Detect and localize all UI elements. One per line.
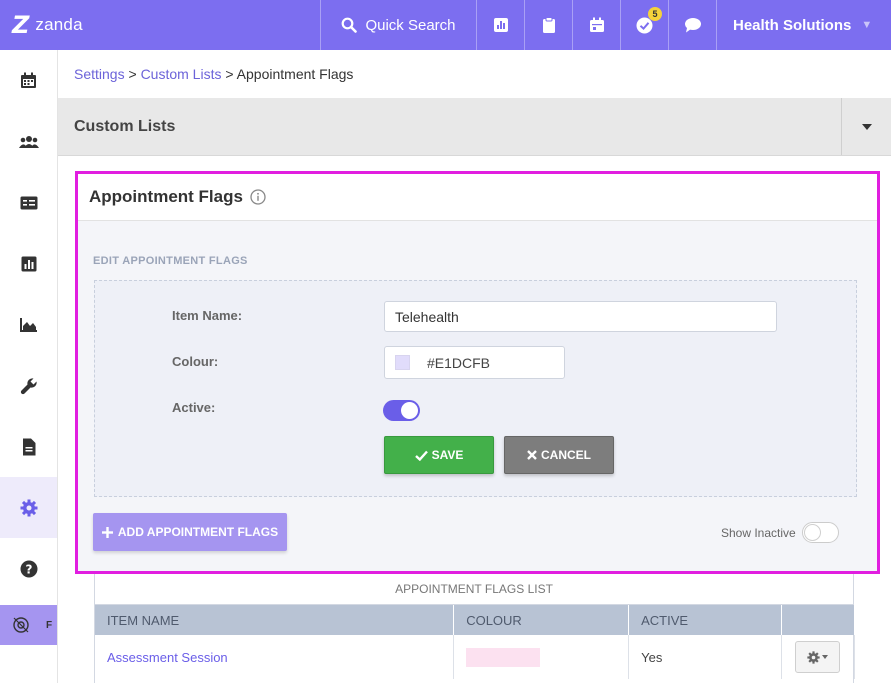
sidebar-item-help[interactable]: ? bbox=[0, 538, 57, 599]
wrench-icon bbox=[20, 377, 37, 394]
quick-search-label: Quick Search bbox=[365, 16, 456, 34]
add-label: ADD APPOINTMENT FLAGS bbox=[117, 525, 279, 539]
sidebar-item-billing[interactable] bbox=[0, 172, 57, 233]
edit-form: Item Name: Colour: #E1DCFB Active: SAVE … bbox=[94, 280, 857, 497]
sidebar-item-reports[interactable] bbox=[0, 233, 57, 294]
gear-icon bbox=[20, 499, 37, 516]
card-header: Appointment Flags bbox=[78, 174, 877, 221]
toggle-knob bbox=[803, 524, 821, 541]
calendar-icon bbox=[589, 17, 604, 32]
item-name-input[interactable] bbox=[384, 301, 777, 332]
cancel-button[interactable]: CANCEL bbox=[504, 436, 614, 474]
sidebar: ? F bbox=[0, 50, 58, 683]
row-actions-cell bbox=[781, 635, 855, 679]
check-icon bbox=[414, 450, 428, 461]
bar-chart-icon bbox=[21, 256, 36, 271]
chat-bubble-icon bbox=[684, 18, 701, 33]
breadcrumb: Settings > Custom Lists > Appointment Fl… bbox=[58, 50, 891, 98]
messages-button[interactable] bbox=[669, 0, 717, 50]
close-icon bbox=[527, 450, 537, 460]
column-header-item-name[interactable]: ITEM NAME bbox=[95, 605, 455, 635]
logo-text: zanda bbox=[35, 15, 83, 34]
appointment-flags-card: Appointment Flags EDIT APPOINTMENT FLAGS… bbox=[75, 171, 880, 574]
edit-section-label: EDIT APPOINTMENT FLAGS bbox=[93, 255, 248, 267]
active-toggle[interactable] bbox=[383, 400, 420, 421]
sidebar-user-profile[interactable]: F bbox=[0, 605, 57, 645]
calendar-button[interactable] bbox=[573, 0, 621, 50]
cancel-label: CANCEL bbox=[541, 448, 591, 462]
breadcrumb-separator: > bbox=[124, 66, 141, 82]
row-settings-button[interactable] bbox=[795, 641, 840, 673]
appointment-flags-list: APPOINTMENT FLAGS LIST ITEM NAME COLOUR … bbox=[94, 574, 855, 683]
column-header-active[interactable]: ACTIVE bbox=[628, 605, 782, 635]
sidebar-item-clients[interactable] bbox=[0, 111, 57, 172]
list-caption: APPOINTMENT FLAGS LIST bbox=[95, 574, 853, 605]
breadcrumb-separator: > bbox=[221, 66, 237, 82]
column-header-colour[interactable]: COLOUR bbox=[453, 605, 630, 635]
row-colour-cell bbox=[453, 635, 630, 679]
row-colour-swatch bbox=[466, 647, 541, 667]
tasks-button[interactable]: 5 bbox=[621, 0, 669, 50]
zanda-logo[interactable]: Z zanda bbox=[0, 0, 321, 50]
company-name: Health Solutions bbox=[733, 16, 852, 34]
report-chart-icon bbox=[493, 18, 508, 32]
row-item-name[interactable]: Assessment Session bbox=[95, 635, 455, 679]
svg-text:?: ? bbox=[25, 562, 32, 576]
zanda-logo-icon: Z bbox=[12, 11, 30, 39]
info-icon[interactable] bbox=[250, 189, 266, 205]
document-icon bbox=[22, 438, 35, 455]
toggle-knob bbox=[401, 402, 418, 419]
help-icon: ? bbox=[20, 560, 37, 577]
id-card-icon bbox=[20, 196, 37, 209]
colour-picker-field[interactable]: #E1DCFB bbox=[384, 346, 565, 379]
breadcrumb-custom-lists-link[interactable]: Custom Lists bbox=[141, 66, 222, 82]
quick-search-button[interactable]: Quick Search bbox=[321, 0, 477, 50]
area-chart-icon bbox=[19, 317, 37, 332]
custom-lists-header: Custom Lists bbox=[58, 98, 891, 156]
colour-label: Colour: bbox=[172, 354, 219, 369]
section-collapse-toggle[interactable] bbox=[841, 98, 891, 155]
plus-icon bbox=[101, 526, 113, 538]
colour-hex-value: #E1DCFB bbox=[427, 354, 491, 371]
clipboard-icon bbox=[542, 16, 555, 33]
sidebar-item-settings[interactable] bbox=[0, 477, 57, 538]
card-title: Appointment Flags bbox=[89, 187, 243, 206]
item-name-label: Item Name: bbox=[172, 308, 243, 323]
user-avatar-icon bbox=[13, 617, 29, 633]
top-navigation-bar: Z zanda Quick Search 5 Health Solutions … bbox=[0, 0, 891, 50]
table-header-row: ITEM NAME COLOUR ACTIVE bbox=[95, 605, 855, 635]
breadcrumb-settings-link[interactable]: Settings bbox=[74, 66, 125, 82]
user-initial: F bbox=[46, 619, 53, 631]
sidebar-item-analytics[interactable] bbox=[0, 294, 57, 355]
chevron-down-icon: ▼ bbox=[861, 19, 873, 31]
table-row: Assessment Session Yes bbox=[95, 635, 855, 679]
search-icon bbox=[342, 17, 358, 33]
caret-down-icon bbox=[861, 123, 872, 130]
clipboard-button[interactable] bbox=[525, 0, 573, 50]
save-button[interactable]: SAVE bbox=[384, 436, 494, 474]
add-appointment-flags-button[interactable]: ADD APPOINTMENT FLAGS bbox=[93, 513, 287, 551]
column-header-actions bbox=[781, 605, 855, 635]
show-inactive-control: Show Inactive bbox=[721, 522, 839, 543]
flags-table: ITEM NAME COLOUR ACTIVE Assessment Sessi… bbox=[95, 605, 855, 679]
breadcrumb-current: Appointment Flags bbox=[236, 66, 354, 82]
calendar-icon bbox=[21, 72, 36, 88]
show-inactive-label: Show Inactive bbox=[721, 525, 796, 540]
section-title: Custom Lists bbox=[74, 118, 176, 135]
notification-badge: 5 bbox=[648, 7, 662, 21]
caret-down-icon bbox=[822, 655, 828, 659]
company-selector[interactable]: Health Solutions ▼ bbox=[717, 0, 891, 50]
colour-swatch[interactable] bbox=[395, 355, 410, 370]
sidebar-item-calendar[interactable] bbox=[0, 50, 57, 111]
save-label: SAVE bbox=[431, 448, 464, 462]
active-label: Active: bbox=[172, 400, 216, 415]
sidebar-item-tools[interactable] bbox=[0, 355, 57, 416]
reports-button[interactable] bbox=[477, 0, 525, 50]
sidebar-item-documents[interactable] bbox=[0, 416, 57, 477]
users-icon bbox=[18, 135, 39, 148]
show-inactive-toggle[interactable] bbox=[801, 522, 839, 543]
gear-icon bbox=[807, 650, 820, 664]
row-active-value: Yes bbox=[628, 635, 782, 679]
